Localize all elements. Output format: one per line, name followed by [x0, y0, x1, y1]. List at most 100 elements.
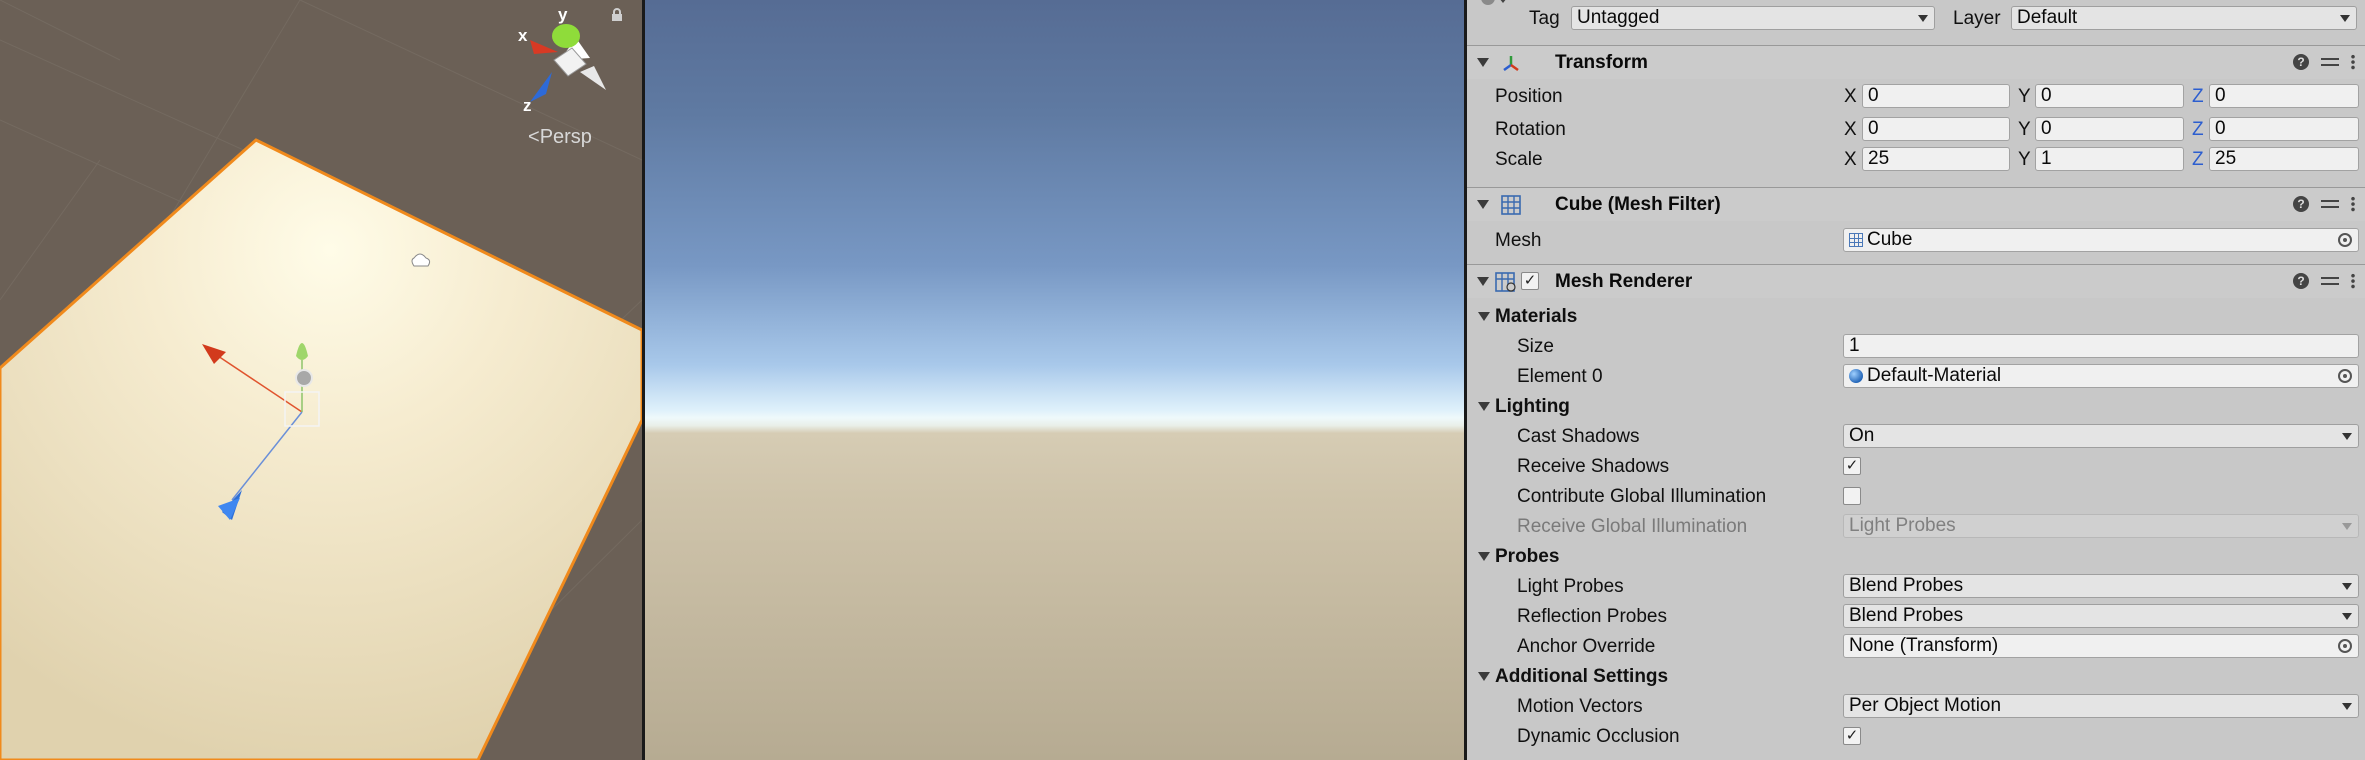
reflection-probes-label: Reflection Probes	[1517, 606, 1667, 627]
light-probes-value: Blend Probes	[1849, 575, 1964, 596]
scale-y-label[interactable]: Y	[2018, 149, 2031, 171]
layer-value: Default	[2017, 7, 2078, 28]
foldout-arrow-icon[interactable]	[1477, 58, 1489, 67]
materials-foldout-icon[interactable]	[1478, 312, 1490, 321]
lighting-foldout-icon[interactable]	[1478, 402, 1490, 411]
probes-label[interactable]: Probes	[1495, 546, 1559, 568]
gizmo-y-label[interactable]: y	[558, 5, 567, 25]
material-icon	[1849, 369, 1863, 383]
rotation-z-field[interactable]: 0	[2209, 117, 2359, 141]
chevron-down-icon	[2342, 433, 2352, 440]
materials-label[interactable]: Materials	[1495, 306, 1577, 328]
rotation-x-field[interactable]: 0	[1862, 117, 2010, 141]
mesh-object-field[interactable]: Cube	[1843, 228, 2359, 252]
receive-shadows-checkbox[interactable]: ✓	[1843, 457, 1861, 475]
help-icon[interactable]: ?	[2293, 196, 2309, 212]
position-y-label[interactable]: Y	[2018, 86, 2031, 108]
rotation-z-label[interactable]: Z	[2192, 119, 2204, 141]
rotation-x-label[interactable]: X	[1844, 119, 1857, 141]
receive-gi-dropdown: Light Probes	[1843, 514, 2359, 538]
light-probes-dropdown[interactable]: Blend Probes	[1843, 574, 2359, 598]
kebab-menu-icon[interactable]	[2351, 273, 2355, 289]
kebab-menu-icon[interactable]	[2351, 196, 2355, 212]
receive-gi-value: Light Probes	[1849, 515, 1956, 536]
object-picker-icon[interactable]	[2338, 233, 2352, 247]
scene-viewport[interactable]	[0, 0, 642, 760]
preset-icon[interactable]	[2321, 54, 2339, 70]
chevron-down-icon	[2340, 15, 2350, 22]
chevron-down-icon	[2342, 583, 2352, 590]
element0-object-field[interactable]: Default-Material	[1843, 364, 2359, 388]
scale-label: Scale	[1495, 149, 1543, 170]
reflection-probes-value: Blend Probes	[1849, 605, 1964, 626]
probes-foldout-icon[interactable]	[1478, 552, 1490, 561]
layer-dropdown[interactable]: Default	[2011, 6, 2357, 30]
reflection-probes-dropdown[interactable]: Blend Probes	[1843, 604, 2359, 628]
element0-value: Default-Material	[1867, 365, 2002, 386]
element0-label: Element 0	[1517, 366, 1603, 387]
tag-label: Tag	[1529, 8, 1560, 29]
chevron-down-icon	[2342, 703, 2352, 710]
foldout-arrow-icon[interactable]	[1477, 277, 1489, 286]
object-picker-icon[interactable]	[2338, 369, 2352, 383]
position-label: Position	[1495, 86, 1563, 107]
selected-plane	[0, 138, 642, 760]
gizmo-x-label[interactable]: x	[518, 26, 527, 46]
scale-z-field[interactable]: 25	[2209, 147, 2359, 171]
mesh-renderer-title: Mesh Renderer	[1555, 271, 1693, 292]
mesh-label: Mesh	[1495, 230, 1542, 251]
rotation-y-label[interactable]: Y	[2018, 119, 2031, 141]
lock-icon[interactable]	[610, 8, 624, 22]
contribute-gi-checkbox[interactable]	[1843, 487, 1861, 505]
perspective-icon: <	[528, 126, 540, 148]
layer-label: Layer	[1953, 8, 2001, 29]
dynamic-occlusion-label: Dynamic Occlusion	[1517, 726, 1680, 747]
additional-settings-foldout-icon[interactable]	[1478, 672, 1490, 681]
preset-icon[interactable]	[2321, 273, 2339, 289]
scale-y-field[interactable]: 1	[2035, 147, 2184, 171]
rotation-y-field[interactable]: 0	[2035, 117, 2184, 141]
light-probes-label: Light Probes	[1517, 576, 1624, 597]
scene-view[interactable]: x y z <Persp	[0, 0, 642, 760]
position-y-field[interactable]: 0	[2035, 84, 2184, 108]
materials-size-field[interactable]: 1	[1843, 334, 2359, 358]
transform-icon	[1503, 56, 1519, 72]
position-z-field[interactable]: 0	[2209, 84, 2359, 108]
inspector-panel: Tag Untagged Layer Default Transform ? P…	[1467, 0, 2365, 760]
chevron-down-icon	[2342, 613, 2352, 620]
position-x-field[interactable]: 0	[1862, 84, 2010, 108]
game-view[interactable]	[645, 0, 1464, 760]
help-icon[interactable]: ?	[2293, 273, 2309, 289]
help-icon[interactable]: ?	[2293, 54, 2309, 70]
mesh-filter-header[interactable]: Cube (Mesh Filter) ?	[1467, 187, 2365, 221]
transform-header[interactable]: Transform ?	[1467, 45, 2365, 79]
projection-toggle[interactable]: <Persp	[528, 126, 592, 149]
contribute-gi-label: Contribute Global Illumination	[1517, 486, 1767, 507]
anchor-override-value: None (Transform)	[1849, 635, 1999, 656]
chevron-down-icon	[2342, 523, 2352, 530]
foldout-arrow-icon[interactable]	[1477, 200, 1489, 209]
motion-vectors-dropdown[interactable]: Per Object Motion	[1843, 694, 2359, 718]
orientation-gizmo	[530, 24, 606, 102]
kebab-menu-icon[interactable]	[2351, 54, 2355, 70]
dynamic-occlusion-checkbox[interactable]: ✓	[1843, 727, 1861, 745]
preset-icon[interactable]	[2321, 196, 2339, 212]
scale-z-label[interactable]: Z	[2192, 149, 2204, 171]
additional-settings-label[interactable]: Additional Settings	[1495, 666, 1668, 688]
lighting-label[interactable]: Lighting	[1495, 396, 1570, 418]
tag-dropdown[interactable]: Untagged	[1571, 6, 1935, 30]
gameobject-icon[interactable]	[1479, 0, 1509, 10]
gizmo-z-label[interactable]: z	[523, 96, 532, 116]
anchor-override-field[interactable]: None (Transform)	[1843, 634, 2359, 658]
receive-gi-label: Receive Global Illumination	[1517, 516, 1748, 537]
position-z-label[interactable]: Z	[2192, 86, 2204, 108]
position-x-label[interactable]: X	[1844, 86, 1857, 108]
scale-x-label[interactable]: X	[1844, 149, 1857, 171]
mesh-renderer-enabled-checkbox[interactable]: ✓	[1521, 272, 1539, 290]
mesh-renderer-header[interactable]: ✓ Mesh Renderer ?	[1467, 264, 2365, 298]
object-picker-icon[interactable]	[2338, 639, 2352, 653]
cast-shadows-dropdown[interactable]: On	[1843, 424, 2359, 448]
scale-x-field[interactable]: 25	[1862, 147, 2010, 171]
cast-shadows-label: Cast Shadows	[1517, 426, 1640, 447]
motion-vectors-value: Per Object Motion	[1849, 695, 2002, 716]
